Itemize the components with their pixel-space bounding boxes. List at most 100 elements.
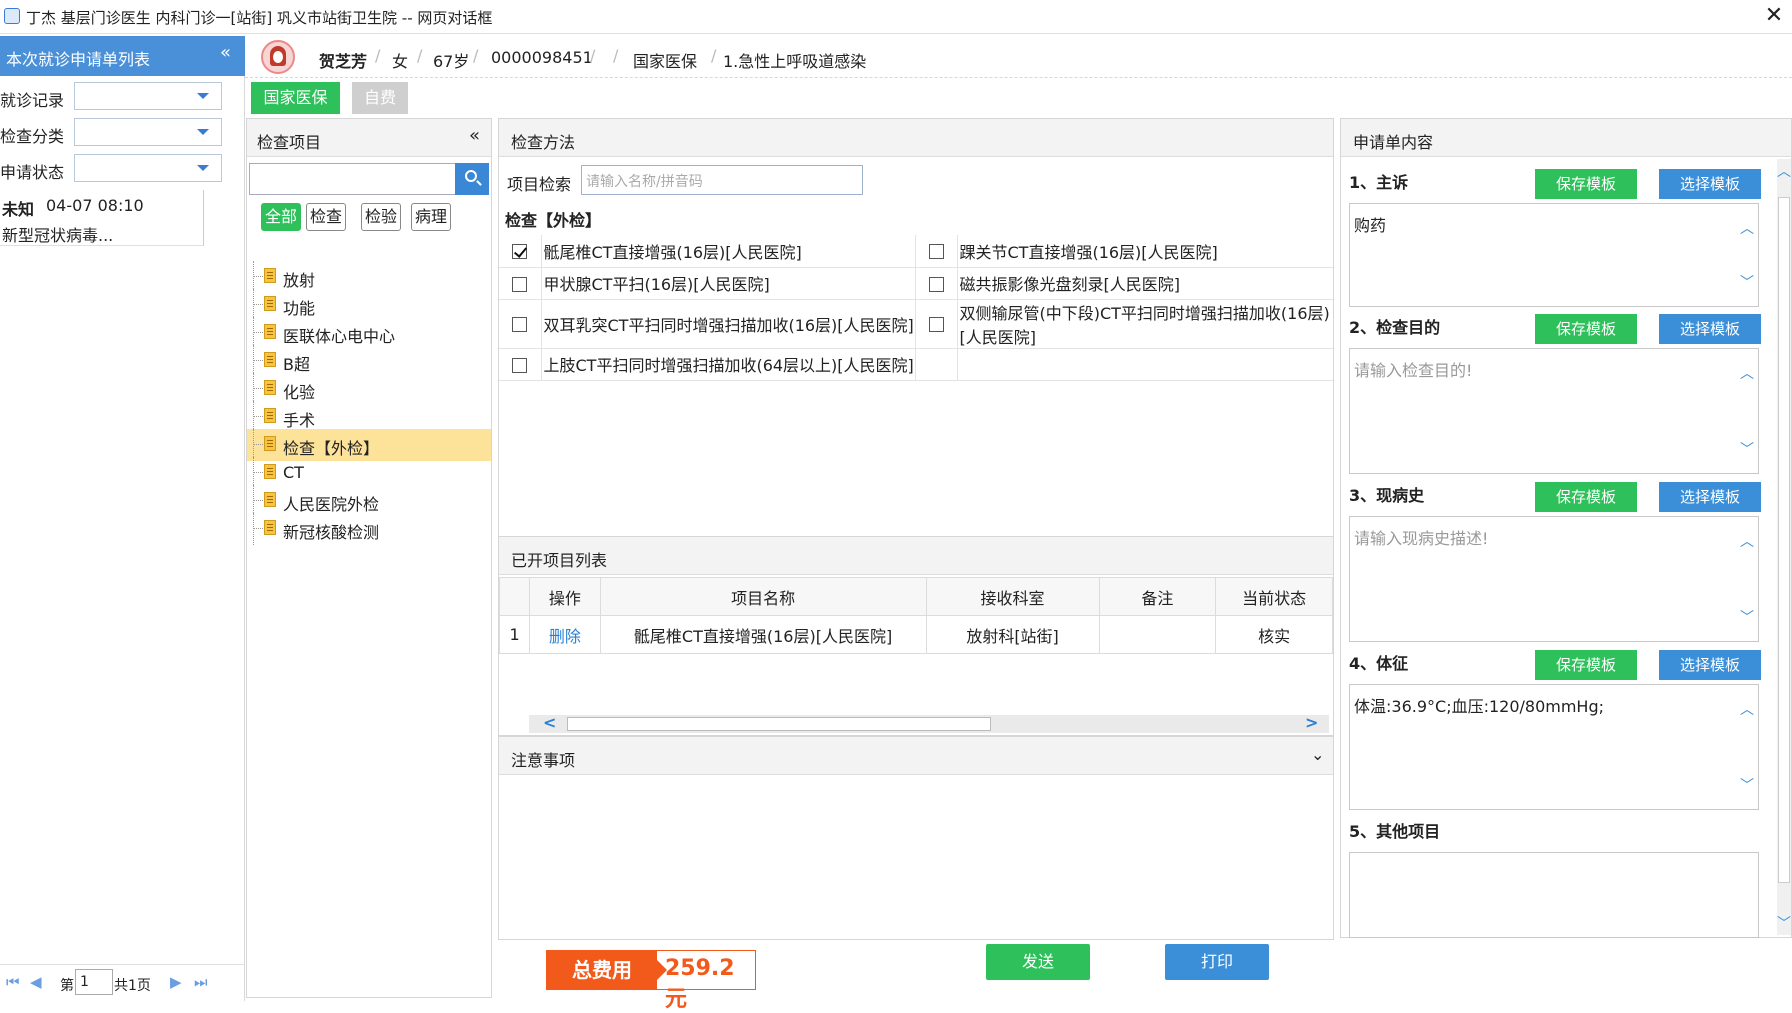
method-checkbox[interactable] xyxy=(928,276,944,292)
method-checkbox[interactable] xyxy=(928,244,944,260)
tree-node[interactable]: 新冠核酸检测 xyxy=(247,513,491,545)
row-note xyxy=(1098,615,1217,654)
patient-insurance: 国家医保 xyxy=(633,52,698,71)
present-illness-textarea[interactable]: 请输入现病史描述! ︿ ﹀ xyxy=(1349,516,1759,642)
first-page-icon[interactable]: ⏮ xyxy=(6,973,20,991)
scroll-down-icon[interactable]: ﹀ xyxy=(1740,439,1754,459)
tree-node-label: 检查【外检】 xyxy=(283,439,380,458)
patient-diagnosis: 1.急性上呼吸道感染 xyxy=(723,52,867,71)
method-checkbox[interactable] xyxy=(512,244,528,260)
request-content-header: 申请单内容 xyxy=(1341,119,1791,157)
choose-template-button[interactable]: 选择模板 xyxy=(1659,482,1761,512)
close-icon[interactable]: ✕ xyxy=(1762,3,1786,28)
exam-method-panel: 检查方法 项目检索 请输入名称/拼音码 检查【外检】 骶尾椎CT直接增强(16层… xyxy=(498,118,1334,538)
folder-icon xyxy=(264,296,276,311)
col-status: 当前状态 xyxy=(1215,577,1333,616)
folder-icon xyxy=(264,464,276,479)
patient-id: 0000098451 xyxy=(491,48,593,67)
method-row: 双耳乳突CT平扫同时增强扫描加收(16层)[人民医院] 双侧输尿管(中下段)CT平… xyxy=(499,299,1333,349)
scroll-up-icon[interactable]: ︿ xyxy=(1740,699,1754,719)
table-row[interactable]: 1 删除 骶尾椎CT直接增强(16层)[人民医院] 放射科[站街] 核实 xyxy=(498,615,1333,654)
save-template-button[interactable]: 保存模板 xyxy=(1535,650,1637,680)
folder-icon xyxy=(264,268,276,283)
save-template-button[interactable]: 保存模板 xyxy=(1535,169,1637,199)
separator: / xyxy=(375,46,381,65)
folder-icon xyxy=(264,408,276,423)
items-search-input[interactable] xyxy=(249,163,457,195)
chief-complaint-textarea[interactable]: 购药 ︿ ﹀ xyxy=(1349,203,1759,307)
method-table: 骶尾椎CT直接增强(16层)[人民医院] 踝关节CT直接增强(16层)[人民医院]… xyxy=(499,235,1333,381)
save-template-button[interactable]: 保存模板 xyxy=(1535,314,1637,344)
scroll-down-icon[interactable]: ﹀ xyxy=(1740,607,1754,627)
chevron-down-icon xyxy=(197,165,209,171)
physical-signs-textarea[interactable]: 体温:36.9°C;血压:120/80mmHg; ︿ ﹀ xyxy=(1349,684,1759,810)
self-pay-button[interactable]: 自费 xyxy=(352,82,408,114)
scroll-right-icon[interactable]: > xyxy=(1305,713,1318,732)
record-name: 未知 xyxy=(2,200,35,219)
method-checkbox[interactable] xyxy=(512,357,528,373)
request-status-select[interactable] xyxy=(74,154,222,182)
scroll-left-icon[interactable]: < xyxy=(543,713,556,732)
filter-label: 申请状态 xyxy=(0,163,65,182)
request-list-title: 本次就诊申请单列表 xyxy=(6,50,151,69)
method-checkbox[interactable] xyxy=(928,317,944,332)
tab-pathology[interactable]: 病理 xyxy=(411,203,451,231)
patient-gender: 女 xyxy=(392,52,409,71)
exam-purpose-textarea[interactable]: 请输入检查目的! ︿ ﹀ xyxy=(1349,348,1759,474)
scroll-up-icon[interactable]: ︿ xyxy=(1740,363,1754,383)
national-insurance-button[interactable]: 国家医保 xyxy=(251,82,340,114)
request-record-card[interactable]: 未知 04-07 08:10 新型冠状病毒... xyxy=(0,190,204,246)
item-search-input[interactable]: 请输入名称/拼音码 xyxy=(581,165,863,195)
expand-icon[interactable]: ⌄ xyxy=(1311,745,1324,764)
other-items-textarea[interactable] xyxy=(1349,852,1759,938)
choose-template-button[interactable]: 选择模板 xyxy=(1659,650,1761,680)
separator: / xyxy=(613,46,619,65)
separator: / xyxy=(417,46,423,65)
tree-node-label: 手术 xyxy=(283,411,316,430)
next-page-icon[interactable]: ▶ xyxy=(170,973,182,991)
vertical-scrollbar[interactable]: ︿ ﹀ xyxy=(1777,159,1791,935)
save-template-button[interactable]: 保存模板 xyxy=(1535,482,1637,512)
scroll-up-icon[interactable]: ︿ xyxy=(1740,531,1754,551)
collapse-items-icon[interactable]: « xyxy=(469,125,480,146)
choose-template-button[interactable]: 选择模板 xyxy=(1659,314,1761,344)
page-number-input[interactable]: 1 xyxy=(75,969,113,995)
scroll-down-icon[interactable]: ﹀ xyxy=(1777,913,1791,933)
collapse-left-icon[interactable]: « xyxy=(220,42,231,63)
delete-link[interactable]: 删除 xyxy=(529,615,601,654)
horizontal-scrollbar[interactable]: < > xyxy=(529,713,1329,733)
method-name: 双侧输尿管(中下段)CT平扫同时增强扫描加收(16层)[人民医院] xyxy=(959,303,1330,347)
filter-visit-record: 就诊记录 xyxy=(0,82,245,112)
window-titlebar: 丁杰 基层门诊医生 内科门诊一[站街] 巩义市站街卫生院 -- 网页对话框 ✕ xyxy=(0,0,1792,34)
exam-method-title: 检查方法 xyxy=(511,133,576,152)
tab-exam[interactable]: 检查 xyxy=(306,203,346,231)
tree-node-label: 人民医院外检 xyxy=(283,495,380,514)
notes-title: 注意事项 xyxy=(511,751,576,770)
choose-template-button[interactable]: 选择模板 xyxy=(1659,169,1761,199)
visit-record-select[interactable] xyxy=(74,82,222,110)
section-label: 1、主诉 xyxy=(1349,173,1409,192)
scroll-up-icon[interactable]: ︿ xyxy=(1740,218,1754,238)
method-checkbox[interactable] xyxy=(512,317,528,332)
row-item-name: 骶尾椎CT直接增强(16层)[人民医院] xyxy=(599,615,927,654)
scroll-thumb[interactable] xyxy=(567,717,991,731)
avatar xyxy=(261,40,295,74)
filter-request-status: 申请状态 xyxy=(0,154,245,184)
exam-category-select[interactable] xyxy=(74,118,222,146)
row-dept: 放射科[站街] xyxy=(925,615,1100,654)
print-button[interactable]: 打印 xyxy=(1165,944,1269,980)
last-page-icon[interactable]: ⏭ xyxy=(194,973,208,991)
send-button[interactable]: 发送 xyxy=(986,944,1090,980)
scroll-down-icon[interactable]: ﹀ xyxy=(1740,272,1754,292)
separator: / xyxy=(473,46,479,65)
pager: ⏮ ◀ 第 1 共1页 ▶ ⏭ xyxy=(0,964,245,1000)
separator: / xyxy=(711,46,717,65)
tab-all[interactable]: 全部 xyxy=(261,203,301,231)
prev-page-icon[interactable]: ◀ xyxy=(30,973,42,991)
scroll-down-icon[interactable]: ﹀ xyxy=(1740,775,1754,795)
search-icon[interactable] xyxy=(455,163,489,195)
scroll-thumb[interactable] xyxy=(1778,197,1790,883)
method-checkbox[interactable] xyxy=(512,276,528,292)
tab-lab[interactable]: 检验 xyxy=(361,203,401,231)
scroll-up-icon[interactable]: ︿ xyxy=(1777,161,1791,181)
